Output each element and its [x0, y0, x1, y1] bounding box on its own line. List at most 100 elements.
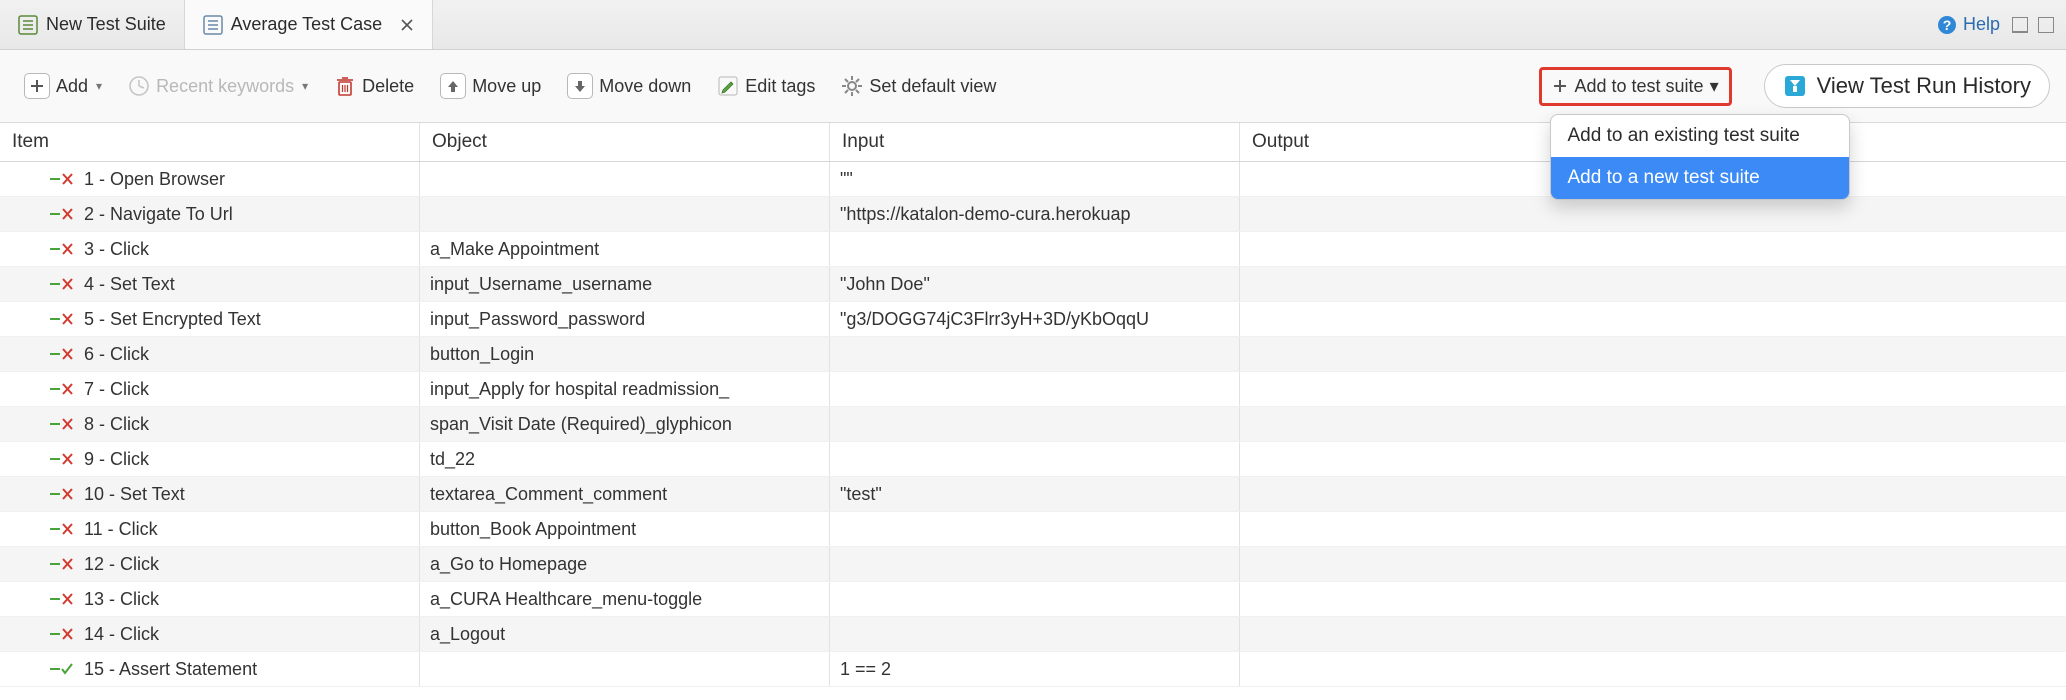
cell-object: a_CURA Healthcare_menu-toggle — [420, 582, 830, 616]
table-row[interactable]: 14 - Clicka_Logout — [0, 617, 2066, 652]
cell-object: a_Make Appointment — [420, 232, 830, 266]
table-row[interactable]: 13 - Click a_CURA Healthcare_menu-toggle — [0, 582, 2066, 617]
minimize-button[interactable] — [2012, 17, 2028, 33]
table-row[interactable]: 2 - Navigate To Url "https://katalon-demo… — [0, 197, 2066, 232]
tab-label: Average Test Case — [231, 14, 382, 35]
step-label: 7 - Click — [84, 379, 149, 400]
column-header-item[interactable]: Item — [0, 123, 420, 161]
plus-icon — [24, 73, 50, 99]
cell-object: span_Visit Date (Required)_glyphicon — [420, 407, 830, 441]
move-down-label: Move down — [599, 76, 691, 97]
cell-item: 14 - Click — [0, 617, 420, 651]
cell-input — [830, 232, 1240, 266]
column-header-input[interactable]: Input — [830, 123, 1240, 161]
close-icon[interactable] — [400, 18, 414, 32]
edit-tags-button[interactable]: Edit tags — [709, 69, 823, 103]
help-label: Help — [1963, 14, 2000, 35]
tab-label: New Test Suite — [46, 14, 166, 35]
table-row[interactable]: 15 - Assert Statement 1 == 2 — [0, 652, 2066, 687]
step-status-icon — [50, 451, 74, 467]
step-status-icon — [50, 241, 74, 257]
step-status-icon — [50, 171, 74, 187]
table-row[interactable]: 5 - Set Encrypted Textinput_Password_pas… — [0, 302, 2066, 337]
cell-input — [830, 582, 1240, 616]
chevron-down-icon: ▾ — [1710, 76, 1719, 97]
table-row[interactable]: 9 - Clicktd_22 — [0, 442, 2066, 477]
cell-object: a_Logout — [420, 617, 830, 651]
step-status-icon — [50, 486, 74, 502]
cell-output — [1240, 337, 2066, 371]
cell-input: "g3/DOGG74jC3Flrr3yH+3D/yKbOqqU — [830, 302, 1240, 336]
cell-item: 5 - Set Encrypted Text — [0, 302, 420, 336]
dropdown-item-new-suite[interactable]: Add to a new test suite — [1551, 157, 1849, 199]
table-row[interactable]: 8 - Click span_Visit Date (Required)_glyp… — [0, 407, 2066, 442]
cell-item: 2 - Navigate To Url — [0, 197, 420, 231]
view-test-run-history-button[interactable]: View Test Run History — [1764, 64, 2050, 108]
add-button[interactable]: Add ▾ — [16, 67, 110, 105]
recent-keywords-label: Recent keywords — [156, 76, 294, 97]
cell-output — [1240, 442, 2066, 476]
tab-bar: New Test Suite Average Test Case ? Help — [0, 0, 2066, 50]
step-status-icon — [50, 346, 74, 362]
delete-button[interactable]: Delete — [326, 69, 422, 103]
cell-object — [420, 652, 830, 686]
trash-icon — [334, 75, 356, 97]
cell-item: 6 - Click — [0, 337, 420, 371]
cell-object: textarea_Comment_comment — [420, 477, 830, 511]
step-label: 12 - Click — [84, 554, 159, 575]
move-up-button[interactable]: Move up — [432, 67, 549, 105]
step-label: 4 - Set Text — [84, 274, 175, 295]
add-to-test-suite-dropdown: Add to an existing test suite Add to a n… — [1550, 114, 1850, 200]
cell-item: 8 - Click — [0, 407, 420, 441]
move-down-button[interactable]: Move down — [559, 67, 699, 105]
table-row[interactable]: 3 - Click a_Make Appointment — [0, 232, 2066, 267]
test-suite-icon — [18, 15, 38, 35]
plus-icon — [1552, 78, 1568, 94]
pencil-icon — [717, 75, 739, 97]
maximize-button[interactable] — [2038, 17, 2054, 33]
set-default-view-button[interactable]: Set default view — [833, 69, 1004, 103]
move-up-label: Move up — [472, 76, 541, 97]
table-row[interactable]: 10 - Set Text textarea_Comment_comment"te… — [0, 477, 2066, 512]
help-link[interactable]: ? Help — [1937, 14, 2000, 35]
window-buttons — [2012, 17, 2054, 33]
step-status-icon — [50, 206, 74, 222]
column-header-object[interactable]: Object — [420, 123, 830, 161]
cell-item: 4 - Set Text — [0, 267, 420, 301]
add-to-test-suite-label: Add to test suite — [1574, 76, 1703, 97]
view-history-label: View Test Run History — [1817, 73, 2031, 99]
cell-input: "" — [830, 162, 1240, 196]
step-status-icon — [50, 556, 74, 572]
tab-new-test-suite[interactable]: New Test Suite — [0, 0, 185, 49]
tab-average-test-case[interactable]: Average Test Case — [185, 0, 433, 49]
cell-input — [830, 372, 1240, 406]
dropdown-item-existing-suite[interactable]: Add to an existing test suite — [1551, 115, 1849, 157]
add-label: Add — [56, 76, 88, 97]
step-label: 10 - Set Text — [84, 484, 185, 505]
gear-icon — [841, 75, 863, 97]
step-label: 8 - Click — [84, 414, 149, 435]
editor-window: New Test Suite Average Test Case ? Help — [0, 0, 2066, 687]
cell-input: "https://katalon-demo-cura.herokuap — [830, 197, 1240, 231]
cell-output — [1240, 547, 2066, 581]
toolbar: Add ▾ Recent keywords ▾ Delete Move up — [0, 50, 2066, 123]
cell-output — [1240, 652, 2066, 686]
step-label: 5 - Set Encrypted Text — [84, 309, 261, 330]
table-row[interactable]: 6 - Clickbutton_Login — [0, 337, 2066, 372]
cell-item: 15 - Assert Statement — [0, 652, 420, 686]
table-row[interactable]: 7 - Clickinput_Apply for hospital readmi… — [0, 372, 2066, 407]
cell-input: "test" — [830, 477, 1240, 511]
table-row[interactable]: 4 - Set Textinput_Username_username"John… — [0, 267, 2066, 302]
add-to-test-suite-button[interactable]: Add to test suite ▾ — [1546, 72, 1724, 101]
cell-input: 1 == 2 — [830, 652, 1240, 686]
chevron-down-icon: ▾ — [96, 79, 102, 93]
cell-output — [1240, 197, 2066, 231]
cell-object: td_22 — [420, 442, 830, 476]
table-row[interactable]: 11 - Clickbutton_Book Appointment — [0, 512, 2066, 547]
cell-output — [1240, 617, 2066, 651]
table-row[interactable]: 12 - Clicka_Go to Homepage — [0, 547, 2066, 582]
recent-keywords-button[interactable]: Recent keywords ▾ — [120, 69, 316, 103]
step-label: 3 - Click — [84, 239, 149, 260]
cell-item: 12 - Click — [0, 547, 420, 581]
step-label: 13 - Click — [84, 589, 159, 610]
